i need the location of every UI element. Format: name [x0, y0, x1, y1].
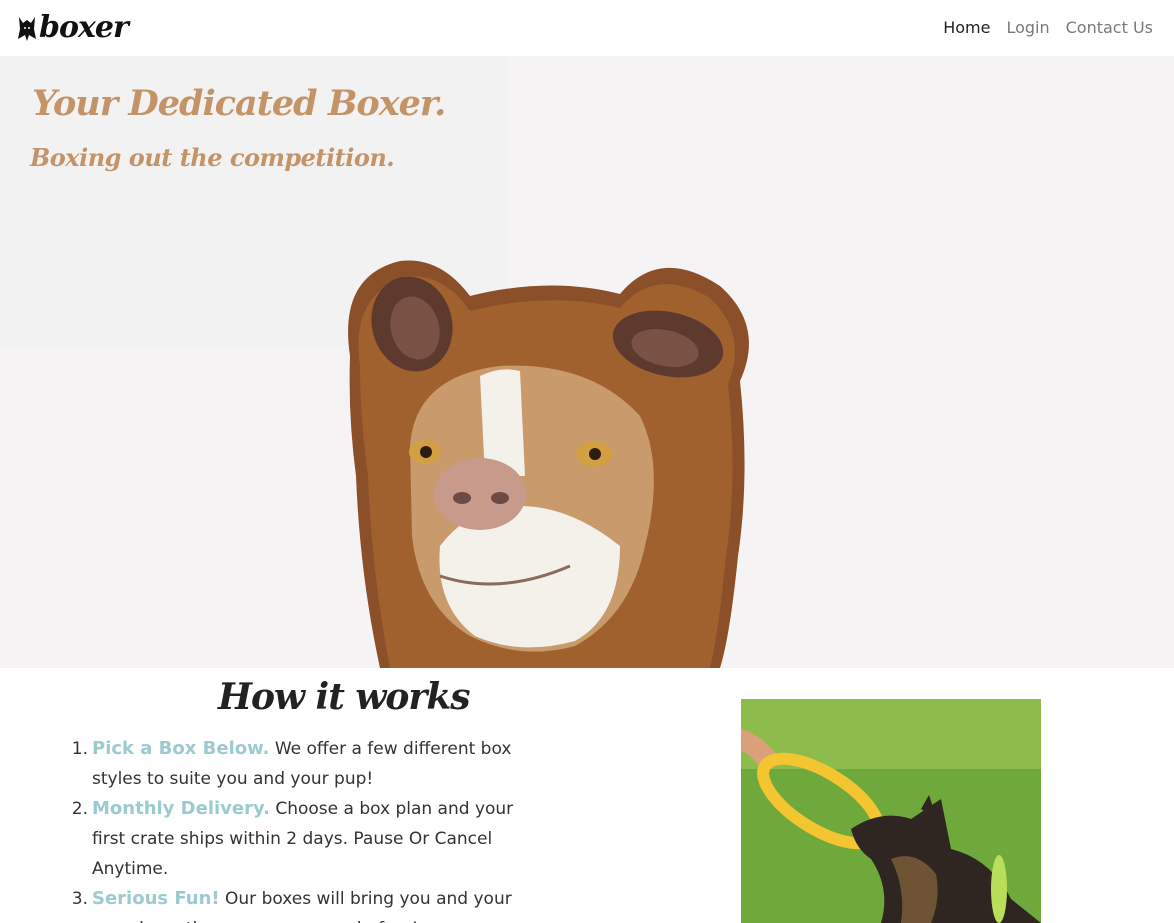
hero-subtitle: Boxing out the competition.: [30, 143, 395, 172]
brand-name: boxer: [39, 10, 129, 45]
step-number: 2.: [71, 799, 88, 819]
nav-links: Home Login Contact Us: [943, 17, 1153, 39]
step-highlight: Pick a Box Below.: [92, 738, 270, 759]
brand-link[interactable]: boxer: [16, 10, 129, 46]
dog-logo-icon: [18, 17, 36, 41]
steps-list: 1. Pick a Box Below. We offer a few diff…: [66, 734, 546, 923]
list-item: 3. Serious Fun! Our boxes will bring you…: [66, 884, 546, 923]
hero-title: Your Dedicated Boxer.: [32, 83, 446, 124]
german-shepherd-with-ring-toy-image: [741, 699, 1041, 923]
hero-section: Your Dedicated Boxer. Boxing out the com…: [0, 56, 1174, 668]
step-highlight: Serious Fun!: [92, 888, 220, 909]
step-highlight: Monthly Delivery.: [92, 798, 270, 819]
step-number: 1.: [71, 739, 88, 759]
list-item: 2. Monthly Delivery. Choose a box plan a…: [66, 794, 546, 884]
navbar: boxer Home Login Contact Us: [0, 0, 1174, 56]
how-it-works-title: How it works: [218, 676, 471, 718]
step-number: 3.: [71, 889, 88, 909]
nav-home-link[interactable]: Home: [943, 17, 990, 39]
nav-login-link[interactable]: Login: [1006, 17, 1049, 39]
list-item: 1. Pick a Box Below. We offer a few diff…: [66, 734, 546, 794]
nav-contact-link[interactable]: Contact Us: [1066, 17, 1153, 39]
dog-in-bear-costume-image: [348, 260, 749, 668]
